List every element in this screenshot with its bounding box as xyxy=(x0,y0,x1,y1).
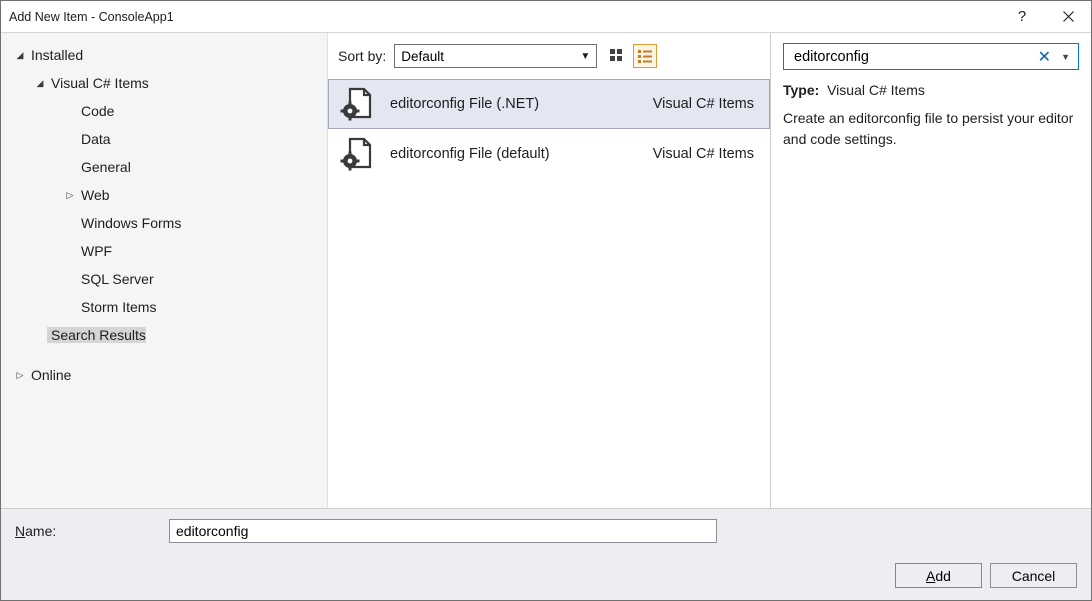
tree-label: WPF xyxy=(77,243,112,259)
close-button[interactable] xyxy=(1045,1,1091,32)
main-area: ◢ Installed ◢ Visual C# Items ▷ Code ▷ D… xyxy=(1,32,1091,508)
expander-right-icon: ▷ xyxy=(13,370,27,381)
name-input[interactable] xyxy=(169,519,717,543)
clear-search-button[interactable]: ✕ xyxy=(1032,47,1057,67)
tree-item-code[interactable]: ▷ Code xyxy=(1,97,327,125)
category-tree: ◢ Installed ◢ Visual C# Items ▷ Code ▷ D… xyxy=(1,33,328,508)
tree-label: Installed xyxy=(27,47,83,63)
tree-item-storm[interactable]: ▷ Storm Items xyxy=(1,293,327,321)
titlebar: Add New Item - ConsoleApp1 ? xyxy=(1,1,1091,32)
cancel-button[interactable]: Cancel xyxy=(990,563,1077,588)
tree-label: Windows Forms xyxy=(77,215,181,231)
tree-item-sqlserver[interactable]: ▷ SQL Server xyxy=(1,265,327,293)
type-label: Type: xyxy=(783,82,819,98)
template-item[interactable]: editorconfig File (.NET) Visual C# Items xyxy=(328,79,770,129)
tree-installed[interactable]: ◢ Installed xyxy=(1,41,327,69)
tree-item-data[interactable]: ▷ Data xyxy=(1,125,327,153)
tree-item-search-results[interactable]: ▷ Search Results xyxy=(1,321,327,349)
tree-label: Data xyxy=(77,131,111,147)
sort-by-select[interactable]: Default ▼ xyxy=(394,44,597,68)
dialog-window: Add New Item - ConsoleApp1 ? ◢ Installed… xyxy=(0,0,1092,601)
help-button[interactable]: ? xyxy=(999,1,1045,32)
type-value: Visual C# Items xyxy=(827,82,925,98)
expander-down-icon: ◢ xyxy=(33,78,47,89)
tree-label: Search Results xyxy=(47,327,146,343)
template-label: editorconfig File (default) xyxy=(390,146,653,162)
template-list[interactable]: editorconfig File (.NET) Visual C# Items… xyxy=(328,73,770,508)
tree-label: Visual C# Items xyxy=(47,75,149,91)
search-input[interactable] xyxy=(792,48,1032,66)
expander-right-icon: ▷ xyxy=(63,190,77,201)
expander-down-icon: ◢ xyxy=(13,50,27,61)
tree-item-winforms[interactable]: ▷ Windows Forms xyxy=(1,209,327,237)
button-row: Add Cancel xyxy=(15,543,1077,590)
template-item[interactable]: editorconfig File (default) Visual C# It… xyxy=(328,129,770,179)
details-panel: ✕ ▼ Type: Visual C# Items Create an edit… xyxy=(771,33,1091,508)
tree-label: Code xyxy=(77,103,114,119)
template-category: Visual C# Items xyxy=(653,96,758,112)
tree-label: Online xyxy=(27,367,71,383)
close-icon xyxy=(1063,11,1074,22)
list-toolbar: Sort by: Default ▼ xyxy=(328,33,770,73)
tree-item-general[interactable]: ▷ General xyxy=(1,153,327,181)
editorconfig-file-icon xyxy=(338,86,374,122)
tree-label: Storm Items xyxy=(77,299,156,315)
dialog-footer: Name: Add Cancel xyxy=(1,508,1091,600)
template-list-panel: Sort by: Default ▼ xyxy=(328,33,771,508)
grid-icon xyxy=(609,48,625,64)
view-medium-icons-button[interactable] xyxy=(605,44,629,68)
tree-item-web[interactable]: ▷ Web xyxy=(1,181,327,209)
window-title: Add New Item - ConsoleApp1 xyxy=(9,10,999,24)
template-description: Type: Visual C# Items Create an editorco… xyxy=(783,80,1079,149)
template-label: editorconfig File (.NET) xyxy=(390,96,653,112)
template-category: Visual C# Items xyxy=(653,146,758,162)
tree-csharp-items[interactable]: ◢ Visual C# Items xyxy=(1,69,327,97)
view-mode-buttons xyxy=(605,44,657,68)
tree-item-wpf[interactable]: ▷ WPF xyxy=(1,237,327,265)
add-button[interactable]: Add xyxy=(895,563,982,588)
search-options-dropdown[interactable]: ▼ xyxy=(1057,52,1074,62)
chevron-down-icon: ▼ xyxy=(580,51,590,62)
tree-label: General xyxy=(77,159,131,175)
name-label: Name: xyxy=(15,523,161,539)
tree-label: SQL Server xyxy=(77,271,154,287)
list-icon xyxy=(637,48,653,64)
editorconfig-file-icon xyxy=(338,136,374,172)
sort-by-value: Default xyxy=(401,49,444,64)
description-text: Create an editorconfig file to persist y… xyxy=(783,110,1073,146)
sort-by-label: Sort by: xyxy=(338,48,386,64)
tree-online[interactable]: ▷ Online xyxy=(1,361,327,389)
name-row: Name: xyxy=(15,519,1077,543)
view-small-icons-button[interactable] xyxy=(633,44,657,68)
tree-label: Web xyxy=(77,187,110,203)
search-box[interactable]: ✕ ▼ xyxy=(783,43,1079,70)
